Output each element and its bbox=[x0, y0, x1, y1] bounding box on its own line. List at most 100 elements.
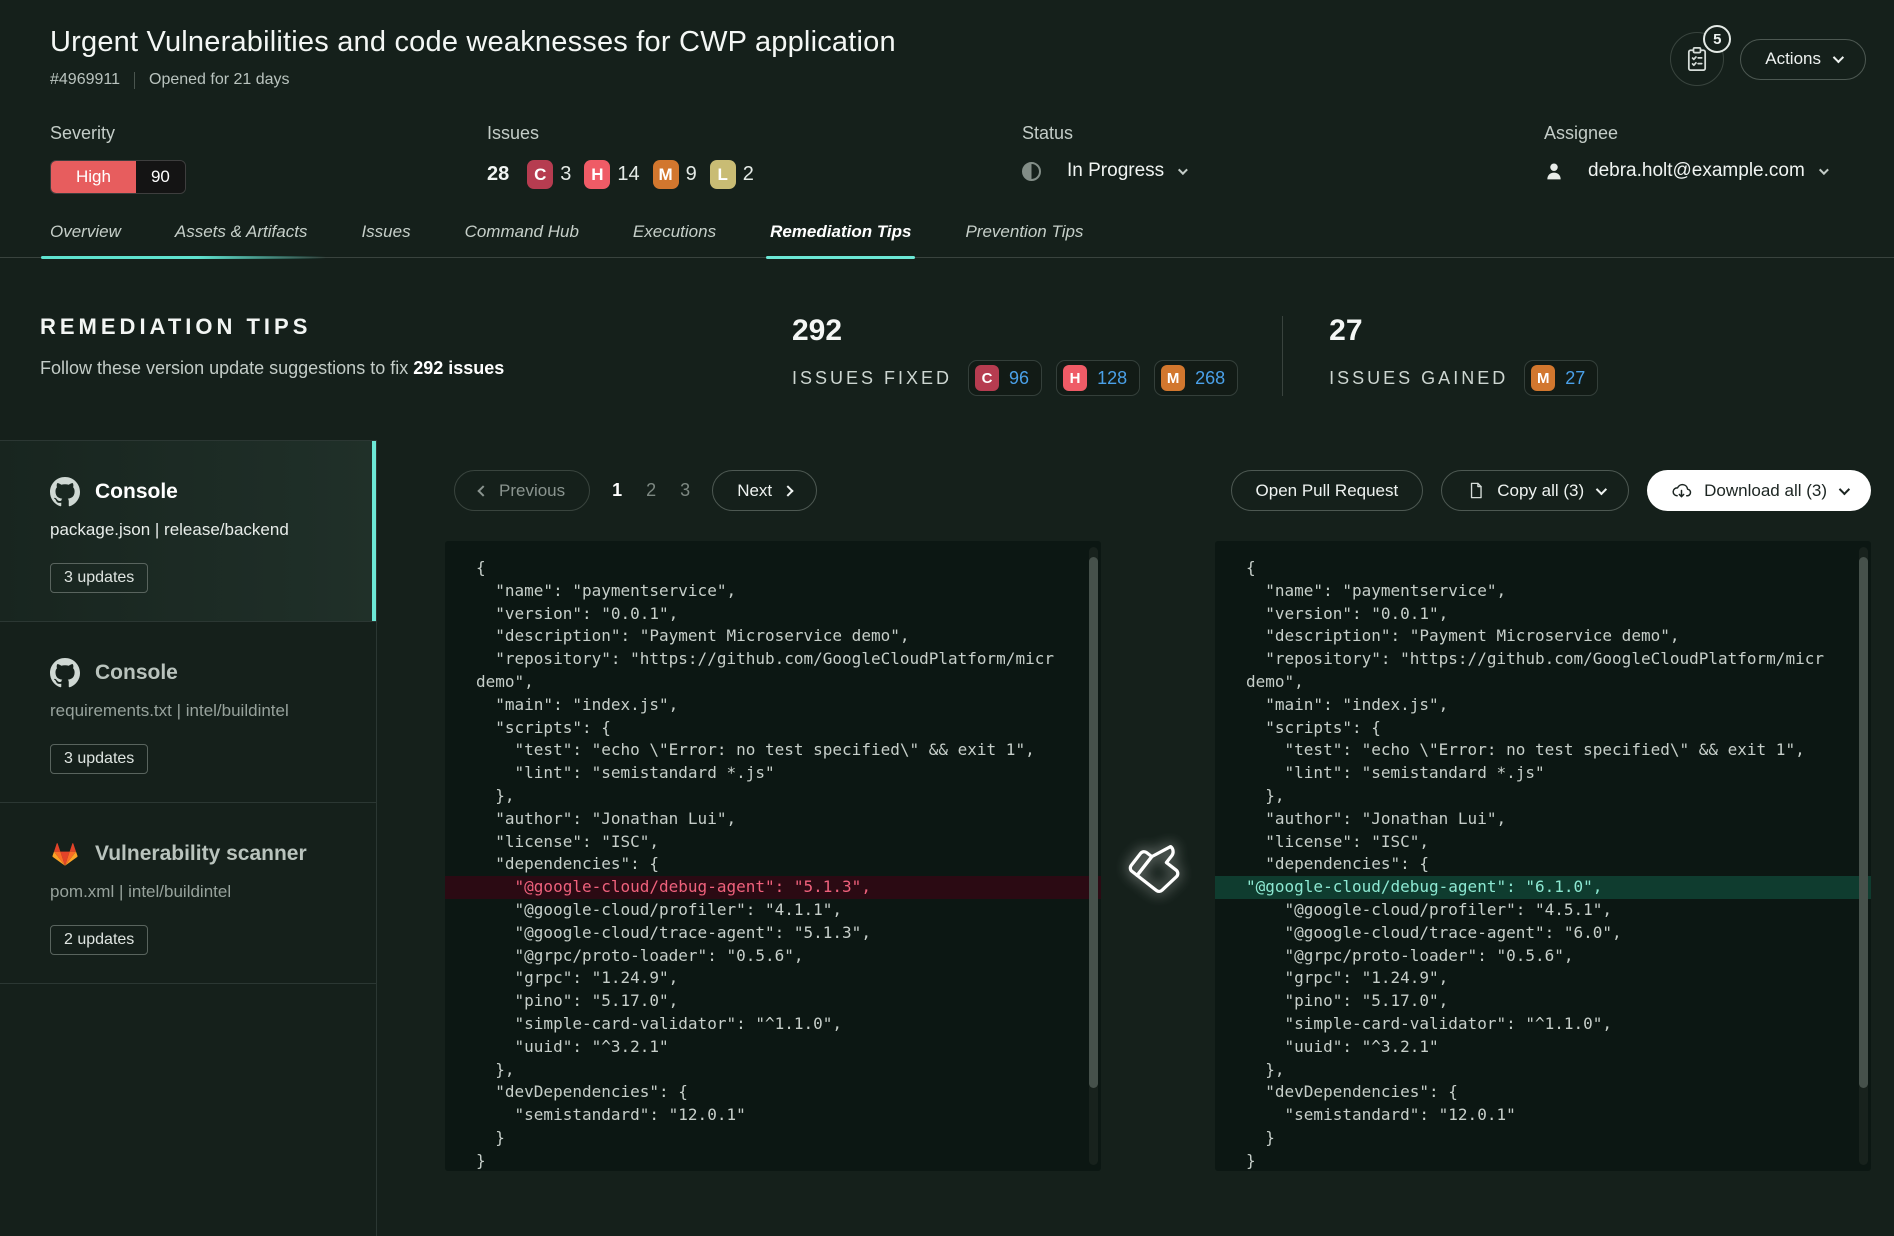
code-line: "lint": "semistandard *.js" bbox=[445, 762, 1101, 785]
code-panel-before: { "name": "paymentservice", "version": "… bbox=[445, 541, 1101, 1171]
stat-chip-c: C 96 bbox=[968, 360, 1042, 396]
tab-overview[interactable]: Overview bbox=[50, 222, 121, 257]
ticket-meta: #4969911 Opened for 21 days bbox=[50, 71, 896, 89]
tab-issues[interactable]: Issues bbox=[361, 222, 410, 257]
status-dropdown[interactable]: In Progress bbox=[1022, 160, 1544, 182]
page-number-3[interactable]: 3 bbox=[680, 480, 690, 501]
copy-all-button[interactable]: Copy all (3) bbox=[1441, 470, 1629, 511]
actions-button-label: Actions bbox=[1765, 49, 1821, 69]
ticket-id: #4969911 bbox=[50, 71, 120, 89]
code-line: "scripts": { bbox=[445, 717, 1101, 740]
stat-chip-value: 96 bbox=[1009, 368, 1029, 389]
in-progress-icon bbox=[1022, 162, 1041, 181]
header-actions: 5 Actions bbox=[1670, 32, 1866, 86]
open-pull-request-button[interactable]: Open Pull Request bbox=[1231, 470, 1424, 511]
severity-score: 90 bbox=[136, 161, 185, 193]
code-before: { "name": "paymentservice", "version": "… bbox=[445, 557, 1101, 1171]
issues-gained-label: ISSUES GAINED bbox=[1329, 368, 1508, 389]
issue-count-c: C3 bbox=[527, 160, 571, 189]
tab-bar: Overview Assets & Artifacts Issues Command … bbox=[0, 222, 1894, 258]
issues-fixed-chips: C96H128M268 bbox=[968, 360, 1238, 396]
open-pr-label: Open Pull Request bbox=[1256, 481, 1399, 501]
download-all-label: Download all (3) bbox=[1704, 481, 1827, 501]
tab-remediation-tips[interactable]: Remediation Tips bbox=[770, 222, 911, 257]
sidebar-item-console-1[interactable]: Consolepackage.json | release/backend3 u… bbox=[0, 441, 376, 622]
remediation-sidebar: Consolepackage.json | release/backend3 u… bbox=[0, 440, 377, 1236]
tab-prevention-tips[interactable]: Prevention Tips bbox=[965, 222, 1083, 257]
severity-m-icon: M bbox=[1531, 365, 1555, 391]
chevron-down-icon bbox=[1819, 165, 1829, 175]
code-line: } bbox=[445, 1127, 1101, 1150]
code-line: "@google-cloud/trace-agent": "5.1.3", bbox=[445, 922, 1101, 945]
scrollbar-thumb[interactable] bbox=[1859, 557, 1868, 1088]
scrollbar[interactable] bbox=[1089, 547, 1098, 1165]
code-line: "@grpc/proto-loader": "0.5.6", bbox=[445, 945, 1101, 968]
page-number-2[interactable]: 2 bbox=[646, 480, 656, 501]
code-line: "description": "Payment Microservice dem… bbox=[445, 625, 1101, 648]
next-label: Next bbox=[737, 481, 772, 501]
severity-label: Severity bbox=[50, 123, 487, 144]
code-line: "@grpc/proto-loader": "0.5.6", bbox=[1215, 945, 1871, 968]
copy-all-label: Copy all (3) bbox=[1497, 481, 1584, 501]
tabs-accent-line bbox=[41, 256, 326, 259]
code-line: } bbox=[1215, 1150, 1871, 1171]
download-all-button[interactable]: Download all (3) bbox=[1647, 470, 1871, 511]
code-line: { bbox=[1215, 557, 1871, 580]
stat-chip-value: 128 bbox=[1097, 368, 1127, 389]
sidebar-item-vulnerability-scanner-3[interactable]: Vulnerability scannerpom.xml | intel/bui… bbox=[0, 803, 376, 984]
stat-chip-value: 268 bbox=[1195, 368, 1225, 389]
toolbar: Previous 1 2 3 Next Open Pull Request bbox=[445, 470, 1871, 511]
severity-badge: High 90 bbox=[50, 160, 186, 194]
code-line: "version": "0.0.1", bbox=[1215, 603, 1871, 626]
issues-label: Issues bbox=[487, 123, 1022, 144]
stat-chip-h: H128 bbox=[1056, 360, 1140, 396]
gitlab-icon bbox=[50, 839, 80, 869]
code-line: "devDependencies": { bbox=[1215, 1081, 1871, 1104]
chevron-down-icon bbox=[1596, 483, 1607, 494]
code-line: "name": "paymentservice", bbox=[445, 580, 1101, 603]
title-block: Urgent Vulnerabilities and code weakness… bbox=[50, 26, 896, 89]
cloud-download-icon bbox=[1671, 480, 1692, 501]
code-line: { bbox=[445, 557, 1101, 580]
assignee-dropdown[interactable]: debra.holt@example.com bbox=[1544, 160, 1826, 182]
tab-assets-artifacts[interactable]: Assets & Artifacts bbox=[175, 222, 308, 257]
issue-count-value: 9 bbox=[686, 163, 697, 186]
issues-fixed-value: 292 bbox=[792, 314, 1238, 348]
page-number-1[interactable]: 1 bbox=[612, 480, 622, 501]
severity-section: Severity High 90 bbox=[50, 123, 487, 194]
code-line: "grpc": "1.24.9", bbox=[1215, 967, 1871, 990]
scrollbar-thumb[interactable] bbox=[1089, 557, 1098, 1088]
next-page-button[interactable]: Next bbox=[712, 470, 817, 511]
code-line: }, bbox=[445, 785, 1101, 808]
updates-count-chip: 2 updates bbox=[50, 925, 148, 955]
chevron-down-icon bbox=[1839, 483, 1850, 494]
thumbs-up-icon[interactable] bbox=[1133, 839, 1185, 891]
tab-command-hub[interactable]: Command Hub bbox=[465, 222, 579, 257]
actions-button[interactable]: Actions bbox=[1740, 39, 1866, 80]
opened-duration: Opened for 21 days bbox=[149, 71, 290, 89]
severity-c-icon: C bbox=[975, 365, 999, 391]
page: Urgent Vulnerabilities and code weakness… bbox=[0, 0, 1894, 1236]
stat-chip-m: M27 bbox=[1524, 360, 1598, 396]
code-line: "@google-cloud/profiler": "4.5.1", bbox=[1215, 899, 1871, 922]
scrollbar[interactable] bbox=[1859, 547, 1868, 1165]
tab-executions[interactable]: Executions bbox=[633, 222, 716, 257]
issue-count-m: M9 bbox=[653, 160, 697, 189]
tasks-clipboard-button[interactable]: 5 bbox=[1670, 32, 1724, 86]
issues-fixed-label: ISSUES FIXED bbox=[792, 368, 952, 389]
code-line: "simple-card-validator": "^1.1.0", bbox=[1215, 1013, 1871, 1036]
issues-counts: 28 C3H14M9L2 bbox=[487, 160, 1022, 189]
code-line: demo", bbox=[1215, 671, 1871, 694]
highlighted-code-line: "@google-cloud/debug-agent": "5.1.3", bbox=[445, 876, 1101, 899]
issues-total: 28 bbox=[487, 163, 509, 186]
sidebar-item-console-2[interactable]: Consolerequirements.txt | intel/buildint… bbox=[0, 622, 376, 803]
code-line: "main": "index.js", bbox=[1215, 694, 1871, 717]
content-body: Consolepackage.json | release/backend3 u… bbox=[0, 440, 1894, 1236]
subtitle-text: Follow these version update suggestions … bbox=[40, 358, 413, 378]
previous-label: Previous bbox=[499, 481, 565, 501]
assignee-label: Assignee bbox=[1544, 123, 1826, 144]
issue-count-value: 14 bbox=[617, 163, 639, 186]
previous-page-button[interactable]: Previous bbox=[454, 470, 590, 511]
remediation-intro: REMEDIATION TIPS Follow these version up… bbox=[40, 314, 792, 379]
status-label: Status bbox=[1022, 123, 1544, 144]
